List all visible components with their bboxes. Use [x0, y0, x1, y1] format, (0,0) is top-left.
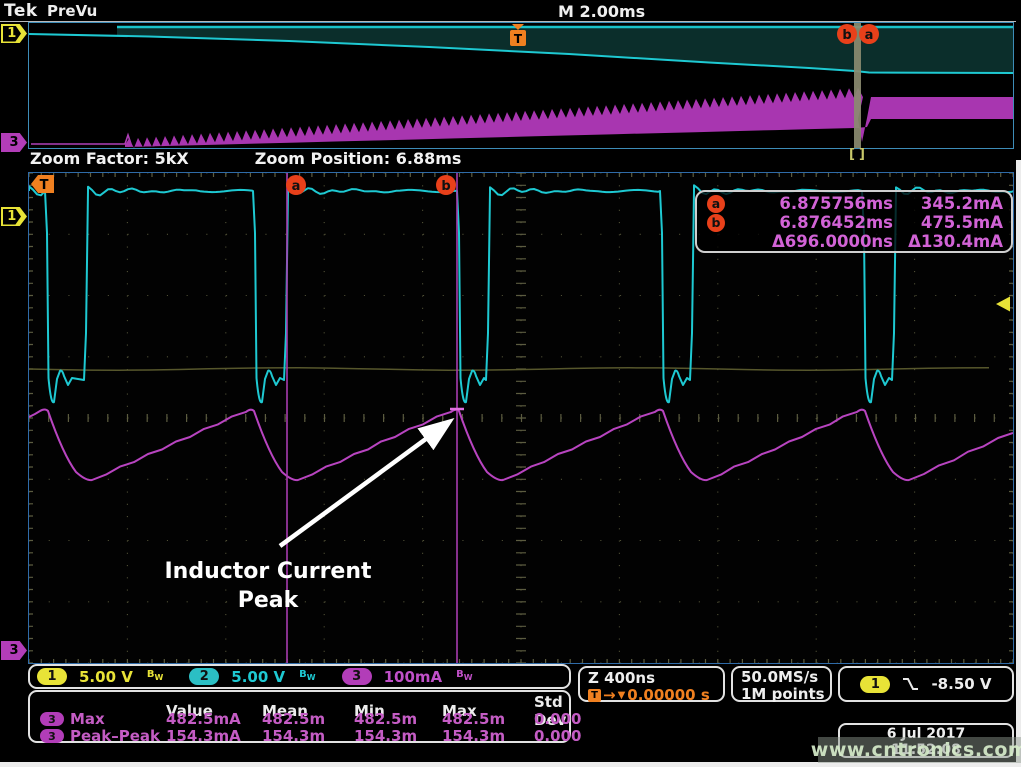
annotation-line1: Inductor Current — [138, 557, 398, 586]
cursor-a-letter-overview: a — [865, 28, 874, 43]
watermark: www.cntronics.com — [818, 737, 1021, 763]
timebase-readout: M 2.00ms — [558, 2, 645, 21]
ch3-scale: 100mA — [384, 668, 443, 686]
zoom-timebase: Z 400ns — [588, 669, 723, 687]
trigger-level-arrow[interactable] — [996, 297, 1010, 312]
zoom-factor-label: Zoom Factor: 5kX — [30, 149, 189, 168]
trigger-readout-box: 1 -8.50 V — [838, 666, 1014, 702]
measurement-header-row: Value Mean Min Max Std Dev — [40, 693, 563, 710]
trigger-position-readout: T→▼0.00000 s — [588, 686, 723, 704]
arrow-right-icon: → — [603, 686, 616, 704]
annotation-arrow — [280, 422, 449, 546]
trigger-time-letter: T — [40, 178, 49, 193]
zoom-status-bar: Zoom Factor: 5kX Zoom Position: 6.88ms — [30, 149, 730, 171]
ch3-marker-main[interactable]: 3 — [1, 641, 27, 660]
ch3-marker-overview[interactable]: 3 — [1, 133, 27, 152]
ch2-bandwidth-icon: BW — [299, 670, 315, 683]
triangle-down-icon: ▼ — [618, 690, 626, 701]
ch1-settings[interactable]: 1 5.00 V BW — [37, 668, 163, 686]
ch3-settings[interactable]: 3 100mA BW — [342, 668, 473, 686]
cursor-b-letter-overview: b — [842, 28, 851, 43]
trigger-icon: T — [588, 689, 601, 702]
measurement-row-max: 3Max 482.5mA 482.5m 482.5m 482.5m 0.000 — [40, 710, 563, 727]
trigger-source-badge: 1 — [860, 676, 890, 693]
oscilloscope-screen: Tek PreVu M 2.00ms T b a 1 3 1 3 Zoom Fa… — [0, 0, 1021, 767]
zoom-window-bar[interactable] — [854, 23, 861, 148]
title-bar — [0, 0, 1016, 22]
cursor-a-time: 6.875756ms — [733, 194, 893, 213]
trigger-level: -8.50 V — [931, 675, 991, 693]
ch1-marker-main[interactable]: 1 — [1, 207, 27, 226]
ch2-scale: 5.00 V — [231, 668, 285, 686]
record-length: 1M points — [741, 686, 830, 703]
horizontal-readout-box: Z 400ns T→▼0.00000 s — [578, 666, 725, 702]
ch1-badge: 1 — [37, 668, 67, 685]
cursor-b-letter: b — [441, 179, 450, 194]
sample-rate: 50.0MS/s — [741, 669, 830, 686]
cursor-a-readout: a 6.875756ms 345.2mA — [707, 194, 1003, 213]
cursor-delta-time: Δ696.0000ns — [733, 232, 893, 251]
falling-edge-icon — [902, 677, 919, 691]
ch1-marker-overview[interactable]: 1 — [1, 24, 27, 43]
tek-logo: Tek — [4, 1, 38, 21]
zoom-position-label: Zoom Position: 6.88ms — [255, 149, 462, 168]
ch3-overview-envelope — [125, 88, 1013, 148]
overview-plot: T b a — [29, 23, 1013, 148]
cursor-b-readout: b 6.876452ms 475.5mA — [707, 213, 1003, 232]
ch2-settings[interactable]: 2 5.00 V BW — [189, 668, 315, 686]
cursor-b-badge: b — [707, 214, 725, 232]
right-frame-strip — [1016, 160, 1021, 762]
ch3-overview-baseline — [31, 135, 131, 144]
measurement-row-peakpeak: 3Peak–Peak 154.3mA 154.3m 154.3m 154.3m … — [40, 727, 563, 744]
channel-settings-bar: 1 5.00 V BW 2 5.00 V BW 3 100mA BW — [28, 664, 571, 689]
cursor-b-time: 6.876452ms — [733, 213, 893, 232]
acquisition-status: PreVu — [47, 2, 97, 20]
overview-window: T b a — [28, 22, 1014, 149]
trigger-position-letter: T — [514, 32, 523, 46]
acquisition-readout-box: 50.0MS/s 1M points — [731, 666, 832, 702]
cursor-b-value: 475.5mA — [893, 213, 1003, 232]
ch3-badge: 3 — [342, 668, 372, 685]
zoom-window-handle[interactable]: [] — [849, 147, 869, 162]
cursor-delta-value: Δ130.4mA — [893, 232, 1003, 251]
ch1-waveform — [29, 368, 989, 370]
cursor-readout-box: a 6.875756ms 345.2mA b 6.876452ms 475.5m… — [695, 190, 1013, 253]
cursor-a-value: 345.2mA — [893, 194, 1003, 213]
measurement-table: Value Mean Min Max Std Dev 3Max 482.5mA … — [28, 690, 571, 743]
ch1-scale: 5.00 V — [79, 668, 133, 686]
meas-ch-badge: 3 — [40, 729, 64, 743]
ch3-bandwidth-icon: BW — [456, 670, 472, 683]
annotation-line2: Peak — [138, 586, 398, 615]
ch2-badge: 2 — [189, 668, 219, 685]
cursor-delta-readout: Δ696.0000ns Δ130.4mA — [707, 232, 1003, 251]
annotation-label: Inductor Current Peak — [138, 557, 398, 615]
cursor-a-letter: a — [292, 179, 301, 194]
meas-ch-badge: 3 — [40, 712, 64, 726]
ch1-bandwidth-icon: BW — [147, 670, 163, 683]
cursor-a-badge: a — [707, 195, 725, 213]
